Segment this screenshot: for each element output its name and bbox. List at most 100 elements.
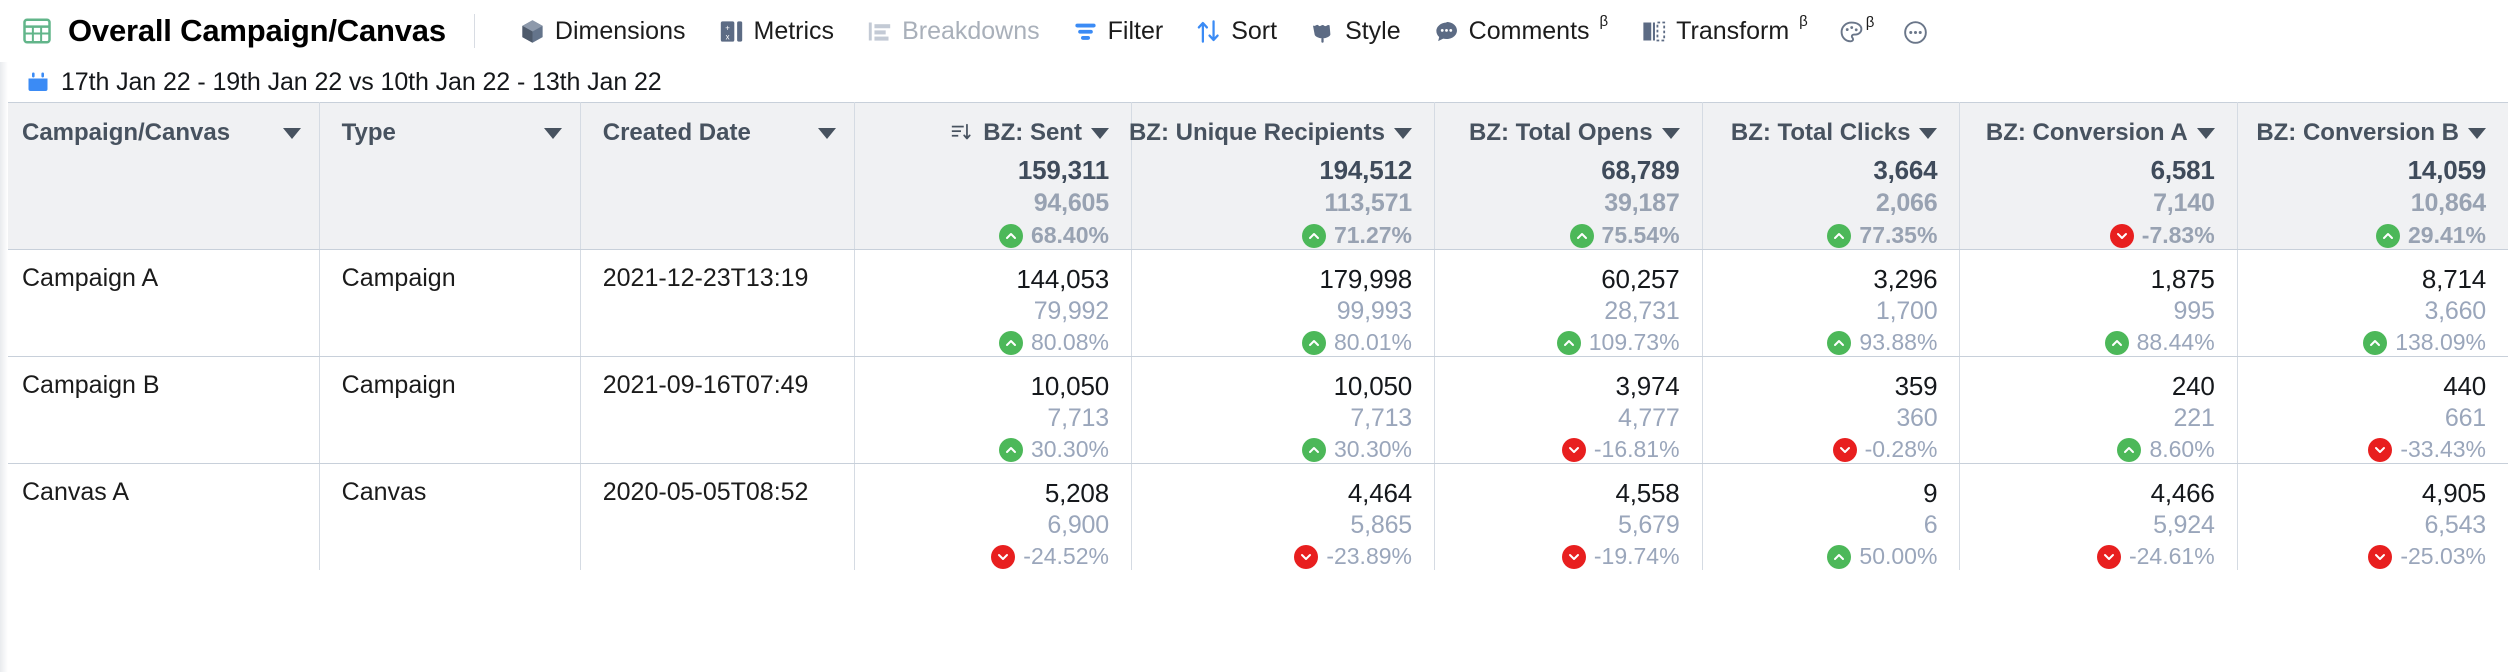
- chevron-down-icon[interactable]: [1394, 128, 1412, 139]
- sort-descending-icon: [950, 122, 972, 144]
- arrow-up-icon: [1827, 331, 1851, 355]
- cell-secondary-value: 661: [2445, 404, 2486, 433]
- toolbar-item-dimensions[interactable]: Dimensions: [503, 12, 702, 50]
- toolbar-item-transform[interactable]: Transform β: [1624, 12, 1824, 50]
- arrow-up-icon: [999, 224, 1023, 248]
- cell-delta-value: 30.30%: [1334, 436, 1412, 463]
- cell-value: Campaign B: [22, 371, 301, 400]
- cell-delta: -19.74%: [1562, 543, 1680, 570]
- cell-primary-value: 144,053: [1016, 264, 1109, 295]
- chevron-down-icon[interactable]: [2468, 128, 2486, 139]
- cell-primary-value: 359: [1895, 371, 1938, 402]
- cell-primary-value: 4,464: [1348, 478, 1412, 509]
- toolbar-item-metrics[interactable]: + x Metrics: [702, 12, 851, 50]
- total-secondary-value: 7,140: [2153, 189, 2215, 218]
- column-header-label: Created Date: [603, 119, 751, 147]
- cell-conversion-a: 240 221 8.60%: [1960, 357, 2237, 464]
- cell-sent: 5,208 6,900 -24.52%: [854, 464, 1131, 571]
- arrow-down-icon: [2097, 545, 2121, 569]
- cell-delta: 109.73%: [1557, 329, 1680, 356]
- column-header-type[interactable]: Type: [319, 103, 580, 250]
- column-header-total-opens[interactable]: BZ: Total Opens 68,789 39,187 75.54%: [1434, 103, 1702, 250]
- column-header-total-clicks[interactable]: BZ: Total Clicks 3,664 2,066 77.35%: [1702, 103, 1960, 250]
- column-header-label: BZ: Conversion B: [2256, 119, 2459, 147]
- toolbar-divider: [474, 14, 475, 48]
- arrow-down-icon: [1833, 438, 1857, 462]
- cell-delta-value: 88.44%: [2137, 329, 2215, 356]
- comment-icon: [1433, 18, 1460, 45]
- cell-total-clicks: 9 6 50.00%: [1702, 464, 1960, 571]
- column-header-conversion-b[interactable]: BZ: Conversion B 14,059 10,864 29.41%: [2237, 103, 2508, 250]
- total-secondary-value: 94,605: [1034, 189, 1109, 218]
- table-row[interactable]: Campaign A Campaign 2021-12-23T13:19 144…: [0, 250, 2508, 357]
- cell-conversion-b: 8,714 3,660 138.09%: [2237, 250, 2508, 357]
- column-header-label: Type: [342, 119, 396, 147]
- chevron-down-icon[interactable]: [2197, 128, 2215, 139]
- cell-delta-value: -19.74%: [1594, 543, 1680, 570]
- cell-primary-value: 4,466: [2151, 478, 2215, 509]
- total-delta-value: 68.40%: [1031, 222, 1109, 249]
- cell-primary-value: 179,998: [1319, 264, 1412, 295]
- cell-value: 2021-09-16T07:49: [603, 371, 836, 400]
- arrow-up-icon: [1827, 224, 1851, 248]
- toolbar-item-filter[interactable]: Filter: [1056, 12, 1180, 50]
- cell-delta: -23.89%: [1294, 543, 1412, 570]
- cell-primary-value: 5,208: [1045, 478, 1109, 509]
- column-header-sent[interactable]: BZ: Sent 159,311 94,605 68.40%: [854, 103, 1131, 250]
- toolbar-title-group: Overall Campaign/Canvas: [22, 13, 446, 49]
- cell-campaign: Canvas A: [0, 464, 319, 571]
- total-secondary-value: 10,864: [2411, 189, 2486, 218]
- chevron-down-icon[interactable]: [818, 128, 836, 139]
- arrow-up-icon: [2117, 438, 2141, 462]
- total-primary-value: 68,789: [1601, 155, 1679, 186]
- arrow-up-icon: [1557, 331, 1581, 355]
- cell-primary-value: 1,875: [2151, 264, 2215, 295]
- column-header-conversion-a[interactable]: BZ: Conversion A 6,581 7,140 -7.83%: [1960, 103, 2237, 250]
- column-header-unique-recipients[interactable]: BZ: Unique Recipients 194,512 113,571 71…: [1131, 103, 1434, 250]
- chevron-down-icon[interactable]: [283, 128, 301, 139]
- cell-delta: 30.30%: [1302, 436, 1412, 463]
- toolbar-item-style[interactable]: Style: [1293, 12, 1417, 50]
- toolbar-item-comments[interactable]: Comments β: [1417, 12, 1625, 50]
- cell-delta: -16.81%: [1562, 436, 1680, 463]
- cell-value: 2021-12-23T13:19: [603, 264, 836, 293]
- funnel-icon: [1072, 18, 1099, 45]
- date-range-selector[interactable]: 17th Jan 22 - 19th Jan 22 vs 10th Jan 22…: [0, 62, 2508, 102]
- chevron-down-icon[interactable]: [1662, 128, 1680, 139]
- total-primary-value: 194,512: [1319, 155, 1412, 186]
- cell-primary-value: 440: [2443, 371, 2486, 402]
- column-header-campaign[interactable]: Campaign/Canvas: [0, 103, 319, 250]
- cell-secondary-value: 3,660: [2424, 297, 2486, 326]
- cell-total-opens: 3,974 4,777 -16.81%: [1434, 357, 1702, 464]
- cell-unique-recipients: 179,998 99,993 80.01%: [1131, 250, 1434, 357]
- cell-sent: 10,050 7,713 30.30%: [854, 357, 1131, 464]
- toolbar-item-breakdowns: Breakdowns: [850, 12, 1056, 50]
- breakdown-icon: [866, 18, 893, 45]
- cell-delta-value: -25.03%: [2400, 543, 2486, 570]
- total-primary-value: 3,664: [1873, 155, 1937, 186]
- total-delta-value: -7.83%: [2142, 222, 2215, 249]
- chevron-down-icon[interactable]: [544, 128, 562, 139]
- cell-delta-value: 30.30%: [1031, 436, 1109, 463]
- cell-value: Canvas A: [22, 478, 301, 507]
- arrow-down-icon: [1562, 438, 1586, 462]
- total-delta-value: 75.54%: [1602, 222, 1680, 249]
- chevron-down-icon[interactable]: [1091, 128, 1109, 139]
- table-row[interactable]: Campaign B Campaign 2021-09-16T07:49 10,…: [0, 357, 2508, 464]
- toolbar-item-more[interactable]: [1888, 13, 1943, 50]
- cell-type: Campaign: [319, 357, 580, 464]
- chevron-down-icon[interactable]: [1919, 128, 1937, 139]
- column-header-label: Campaign/Canvas: [22, 119, 230, 147]
- column-header-label: BZ: Conversion A: [1986, 119, 2188, 147]
- toolbar-item-label: Sort: [1231, 16, 1277, 46]
- cell-delta: -24.61%: [2097, 543, 2215, 570]
- cell-delta-value: 50.00%: [1859, 543, 1937, 570]
- cell-delta-value: 93.88%: [1859, 329, 1937, 356]
- toolbar-item-sort[interactable]: Sort: [1179, 12, 1293, 50]
- column-header-created-date[interactable]: Created Date: [580, 103, 854, 250]
- cell-value: Campaign: [342, 371, 562, 400]
- cell-delta: 8.60%: [2117, 436, 2214, 463]
- toolbar-item-palette[interactable]: β: [1824, 13, 1889, 50]
- table-row[interactable]: Canvas A Canvas 2020-05-05T08:52 5,208 6…: [0, 464, 2508, 571]
- svg-text:+: +: [725, 23, 730, 32]
